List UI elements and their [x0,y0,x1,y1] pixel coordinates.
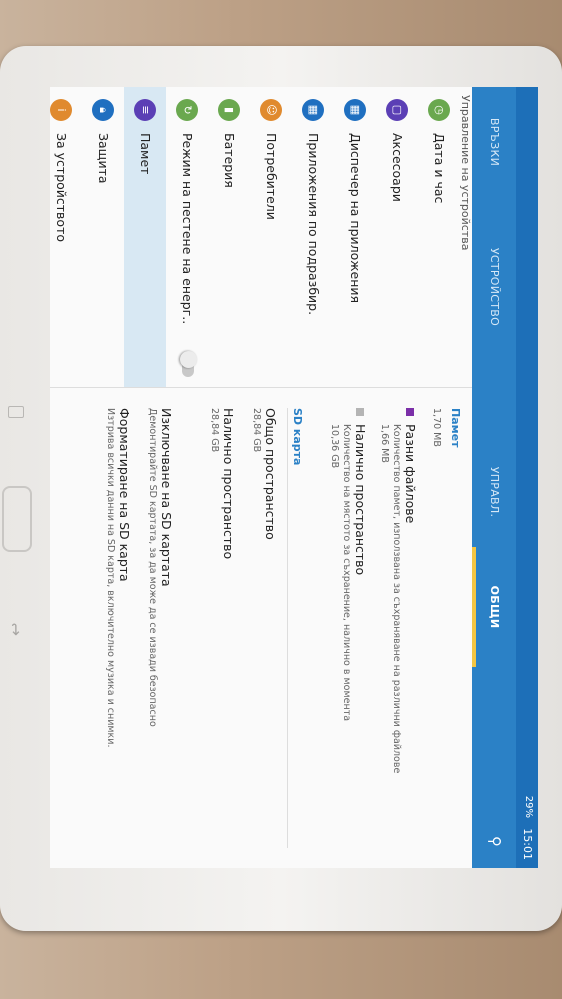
settings-menu: Управление на устройства ◷ Дата и час ▢ … [50,87,472,388]
menu-item-label: Приложения по подразбир. [306,133,321,316]
menu-item-label: Потребители [264,133,279,220]
menu-item-accessories[interactable]: ▢ Аксесоари [376,87,418,387]
power-saving-icon: ↻ [176,99,198,121]
memory-top-value: 1,70 MB [431,408,442,447]
power-saving-toggle[interactable] [180,351,197,377]
toggle-knob [180,351,197,368]
apps-icon: ▦ [344,99,366,121]
row-value: 1,66 MB [379,424,390,463]
menu-item-battery[interactable]: ▮ Батерия [208,87,250,387]
users-icon: ☺ [260,99,282,121]
menu-item-storage[interactable]: ≡ Памет [124,87,166,387]
row-title: Налично пространство [221,408,236,560]
menu-item-label: Памет [138,133,153,175]
tab-controls[interactable]: УПРАВЛ. [472,447,516,537]
format-sd-row[interactable]: Форматиране на SD карта Изтрива всички д… [98,408,132,848]
row-title: Изключване на SD картата [159,408,174,587]
row-title: Разни файлове [403,424,418,524]
clock: 15:01 [521,828,534,860]
status-bar: 29% 15:01 [516,87,538,868]
menu-item-label: Диспечер на приложения [348,133,363,304]
row-desc: Изтрива всички данни на SD карта, включи… [105,408,116,748]
tablet-screen: 29% 15:01 ВРЪЗКИ УСТРОЙСТВО УПРАВЛ. ОБЩИ… [50,87,538,868]
default-apps-icon: ▦ [302,99,324,121]
menu-item-users[interactable]: ☺ Потребители [250,87,292,387]
menu-item-app-manager[interactable]: ▦ Диспечер на приложения [334,87,376,387]
menu-item-date-time[interactable]: ◷ Дата и час [418,87,460,387]
battery-icon: ▮ [218,99,240,121]
unmount-sd-row[interactable]: Изключване на SD картата Демонтирайте SD… [140,408,174,848]
sd-section-header: SD карта [291,408,304,466]
battery-percent: 29% [523,795,534,818]
row-desc: Демонтирайте SD картата, за да може да с… [147,408,158,727]
available-space-row[interactable]: Налично пространство Количество на място… [328,408,368,848]
hardware-menu-icon[interactable] [8,406,24,418]
row-title: Форматиране на SD карта [117,408,132,582]
menu-item-security[interactable]: 🔒︎ Защита [82,87,124,387]
storage-details: Памет 1,70 MB Разни файлове Количество п… [50,388,472,868]
row-title: Налично пространство [353,424,368,576]
menu-item-default-apps[interactable]: ▦ Приложения по подразбир. [292,87,334,387]
menu-item-label: Дата и час [432,133,447,204]
row-value: 10,36 GB [329,424,340,469]
search-icon[interactable]: ⚲ [484,836,504,856]
menu-item-label: Защита [96,133,111,184]
accessory-icon: ▢ [386,99,408,121]
divider [287,408,288,848]
row-title: Общо пространство [263,408,278,540]
clock-icon: ◷ [428,99,450,121]
row-value: 28,84 GB [251,408,262,453]
tab-general[interactable]: ОБЩИ [472,547,516,667]
info-icon: i [50,99,72,121]
row-value: 28,84 GB [209,408,220,453]
menu-item-power-saving[interactable]: ↻ Режим на пестене на енерг.. [166,87,208,387]
row-desc: Количество памет, използвана за съхраняв… [391,424,402,774]
tabs-bar: ВРЪЗКИ УСТРОЙСТВО УПРАВЛ. ОБЩИ ⚲ [472,87,516,868]
menu-item-label: Режим на пестене на енерг.. [180,133,195,325]
menu-item-label: Аксесоари [390,133,405,202]
hardware-back-icon[interactable]: ↩ [6,616,26,636]
sd-total-row: Общо пространство 28,84 GB [244,408,278,848]
memory-section-header: Памет [449,408,462,448]
misc-files-row[interactable]: Разни файлове Количество памет, използва… [378,408,418,848]
settings-app: 29% 15:01 ВРЪЗКИ УСТРОЙСТВО УПРАВЛ. ОБЩИ… [50,87,538,868]
storage-icon: ≡ [134,99,156,121]
row-desc: Количество на мястото за съхранение, нал… [341,424,352,722]
menu-item-about-device[interactable]: i За устройството [50,87,82,387]
lock-icon: 🔒︎ [92,99,114,121]
misc-files-swatch [406,408,414,416]
available-swatch [356,408,364,416]
tab-device[interactable]: УСТРОЙСТВО [472,227,516,347]
tab-connections[interactable]: ВРЪЗКИ [472,87,516,197]
section-header: Управление на устройства [459,95,472,251]
sd-available-row: Налично пространство 28,84 GB [202,408,236,848]
menu-item-label: За устройството [54,133,69,243]
menu-item-label: Батерия [222,133,237,188]
hardware-home-button[interactable] [2,486,32,552]
